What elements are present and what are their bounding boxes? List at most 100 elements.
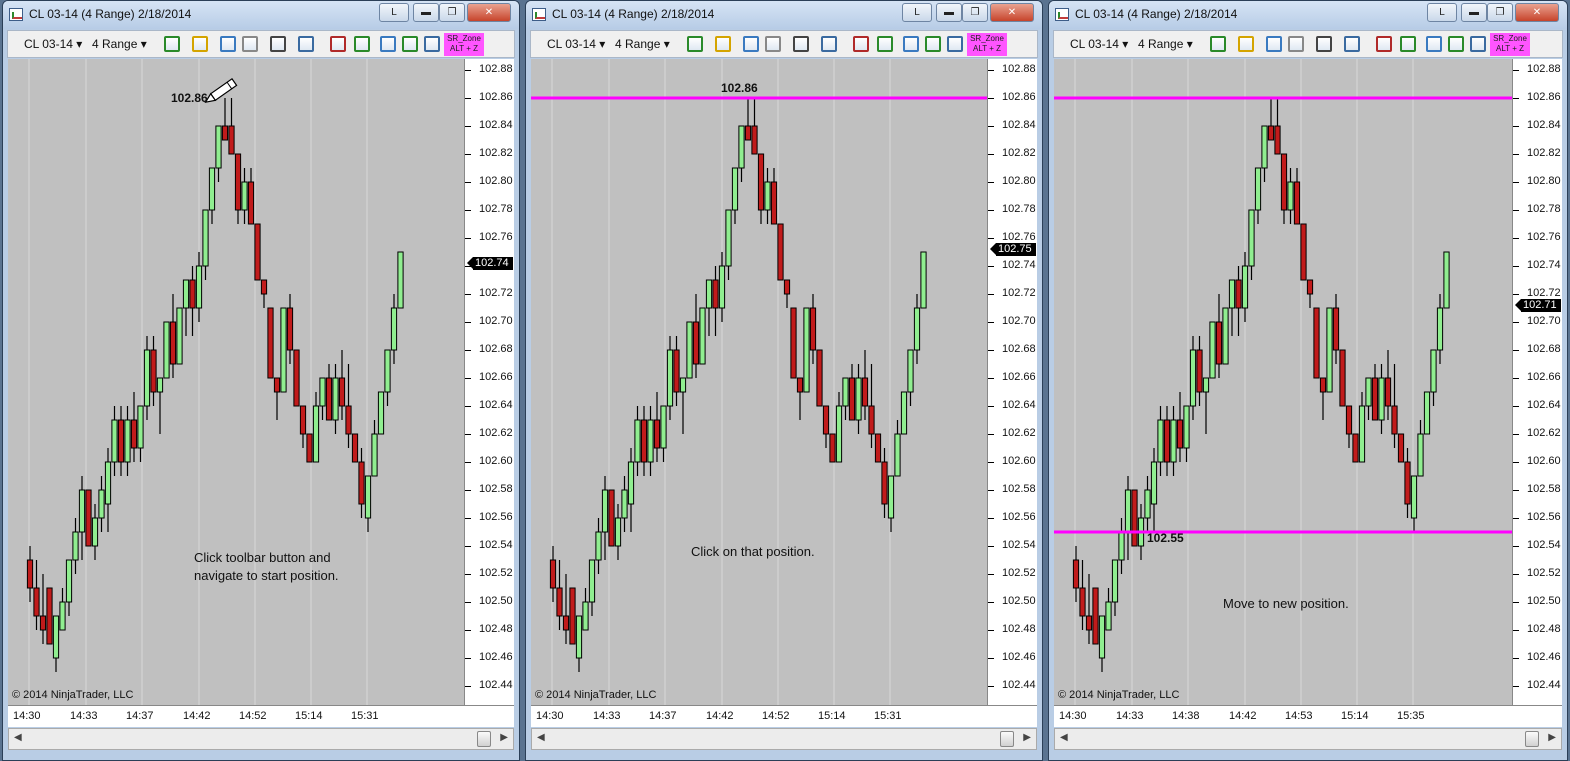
up-candle xyxy=(1228,279,1236,309)
data-box-icon[interactable] xyxy=(424,36,440,52)
down-candle xyxy=(874,433,882,463)
period-selector[interactable]: 4 Range ▾ xyxy=(92,35,147,54)
cursor-select-icon[interactable] xyxy=(1316,36,1332,52)
scroll-left-icon[interactable]: ◀ xyxy=(1060,732,1068,743)
lock-button[interactable]: L xyxy=(902,3,932,22)
add-indicator-icon[interactable] xyxy=(743,36,759,52)
price-axis[interactable]: 102.88 102.86 102.84 102.82 102.80 102.78 102.… xyxy=(464,59,514,705)
price-plot[interactable]: 102.86 © 2014 NinjaTrader, LLC Click on th… xyxy=(531,59,987,705)
remove-indicator-icon[interactable] xyxy=(765,36,781,52)
data-box-icon[interactable] xyxy=(1470,36,1486,52)
down-candle xyxy=(816,349,823,407)
sr-zone-label: SR_Zone xyxy=(970,34,1004,43)
title-bar[interactable]: CL 03-14 (4 Range) 2/18/2014 L ▬ ❐ ✕ xyxy=(3,1,519,29)
candlestick-style-icon[interactable] xyxy=(1210,36,1226,52)
close-button[interactable]: ✕ xyxy=(990,3,1034,22)
instruction-note: Move to new position. xyxy=(1223,595,1349,613)
maximize-button[interactable]: ❐ xyxy=(1487,3,1513,22)
horizontal-scrollbar[interactable]: ◀ ▶ xyxy=(531,728,1037,750)
up-candle xyxy=(1105,601,1112,631)
y-tick-label: 102.58 xyxy=(1527,483,1561,495)
down-candle xyxy=(1176,419,1184,449)
y-tick-label: 102.64 xyxy=(479,399,513,411)
y-tick-label: 102.60 xyxy=(1002,455,1036,467)
cursor-select-icon[interactable] xyxy=(270,36,286,52)
close-button[interactable]: ✕ xyxy=(467,3,511,22)
price-axis[interactable]: 102.88 102.86 102.84 102.82 102.80 102.78 102.… xyxy=(987,59,1037,705)
scroll-left-icon[interactable]: ◀ xyxy=(537,732,545,743)
properties-icon[interactable] xyxy=(330,36,346,52)
maximize-button[interactable]: ❐ xyxy=(962,3,988,22)
pencil-tool-icon[interactable] xyxy=(1238,36,1254,52)
price-plot[interactable]: 102.55 © 2014 NinjaTrader, LLC Move to new… xyxy=(1054,59,1512,705)
properties-icon[interactable] xyxy=(853,36,869,52)
strategy-icon[interactable] xyxy=(877,36,893,52)
dollar-icon[interactable] xyxy=(402,36,418,52)
y-tick-label: 102.50 xyxy=(1527,595,1561,607)
scroll-left-icon[interactable]: ◀ xyxy=(14,732,22,743)
up-candle xyxy=(855,377,862,421)
minimize-button[interactable]: ▬ xyxy=(1461,3,1487,22)
sr-zone-button[interactable]: SR_Zone ALT + Z xyxy=(967,33,1007,56)
add-indicator-icon[interactable] xyxy=(1266,36,1282,52)
minimize-button[interactable]: ▬ xyxy=(936,3,962,22)
y-tick-label: 102.48 xyxy=(1527,623,1561,635)
instrument-selector[interactable]: CL 03-14 ▾ xyxy=(24,35,82,54)
y-tick-mark xyxy=(465,182,471,183)
chart-trader-icon[interactable] xyxy=(1426,36,1442,52)
properties-icon[interactable] xyxy=(1376,36,1392,52)
instrument-selector[interactable]: CL 03-14 ▾ xyxy=(1070,35,1128,54)
scroll-thumb[interactable] xyxy=(477,731,491,747)
lock-button[interactable]: L xyxy=(1427,3,1457,22)
time-axis[interactable]: 14:30 14:33 14:37 14:42 14:52 15:14 15:31 xyxy=(531,705,1037,727)
scroll-right-icon[interactable]: ▶ xyxy=(1548,732,1556,743)
dollar-icon[interactable] xyxy=(925,36,941,52)
close-button[interactable]: ✕ xyxy=(1515,3,1559,22)
title-bar[interactable]: CL 03-14 (4 Range) 2/18/2014 L ▬ ❐ ✕ xyxy=(1049,1,1567,29)
chart-trader-icon[interactable] xyxy=(380,36,396,52)
pencil-tool-icon[interactable] xyxy=(715,36,731,52)
lock-button[interactable]: L xyxy=(379,3,409,22)
remove-indicator-icon[interactable] xyxy=(1288,36,1304,52)
scroll-right-icon[interactable]: ▶ xyxy=(500,732,508,743)
strategy-icon[interactable] xyxy=(1400,36,1416,52)
zoom-icon[interactable] xyxy=(1344,36,1360,52)
title-bar[interactable]: CL 03-14 (4 Range) 2/18/2014 L ▬ ❐ ✕ xyxy=(526,1,1042,29)
time-axis[interactable]: 14:30 14:33 14:38 14:42 14:53 15:14 15:35 xyxy=(1054,705,1562,727)
up-candle xyxy=(1124,489,1132,533)
maximize-button[interactable]: ❐ xyxy=(439,3,465,22)
chart-trader-icon[interactable] xyxy=(903,36,919,52)
price-axis[interactable]: 102.88 102.86 102.84 102.82 102.80 102.78 102.… xyxy=(1512,59,1562,705)
cursor-select-icon[interactable] xyxy=(793,36,809,52)
y-tick-mark xyxy=(1513,602,1519,603)
dollar-icon[interactable] xyxy=(1448,36,1464,52)
time-axis[interactable]: 14:30 14:33 14:37 14:42 14:52 15:14 15:31 xyxy=(8,705,514,727)
down-candle xyxy=(829,433,836,463)
candlestick-style-icon[interactable] xyxy=(164,36,180,52)
pencil-tool-icon[interactable] xyxy=(192,36,208,52)
remove-indicator-icon[interactable] xyxy=(242,36,258,52)
instrument-selector[interactable]: CL 03-14 ▾ xyxy=(547,35,605,54)
minimize-button[interactable]: ▬ xyxy=(413,3,439,22)
period-selector[interactable]: 4 Range ▾ xyxy=(1138,35,1193,54)
period-selector[interactable]: 4 Range ▾ xyxy=(615,35,670,54)
copyright-text: © 2014 NinjaTrader, LLC xyxy=(1058,689,1180,701)
y-tick-mark xyxy=(988,154,994,155)
price-plot[interactable]: 102.86 © 2014 NinjaTrader, LLC Click toolb… xyxy=(8,59,464,705)
scroll-right-icon[interactable]: ▶ xyxy=(1023,732,1031,743)
add-indicator-icon[interactable] xyxy=(220,36,236,52)
down-candle xyxy=(822,405,830,435)
chevron-down-icon: ▾ xyxy=(137,37,147,51)
sr-zone-button[interactable]: SR_Zone ALT + Z xyxy=(444,33,484,56)
zoom-icon[interactable] xyxy=(821,36,837,52)
sr-zone-button[interactable]: SR_Zone ALT + Z xyxy=(1490,33,1530,56)
zoom-icon[interactable] xyxy=(298,36,314,52)
up-candle xyxy=(241,181,248,211)
scroll-thumb[interactable] xyxy=(1525,731,1539,747)
scroll-thumb[interactable] xyxy=(1000,731,1014,747)
strategy-icon[interactable] xyxy=(354,36,370,52)
horizontal-scrollbar[interactable]: ◀ ▶ xyxy=(8,728,514,750)
candlestick-style-icon[interactable] xyxy=(687,36,703,52)
data-box-icon[interactable] xyxy=(947,36,963,52)
horizontal-scrollbar[interactable]: ◀ ▶ xyxy=(1054,728,1562,750)
